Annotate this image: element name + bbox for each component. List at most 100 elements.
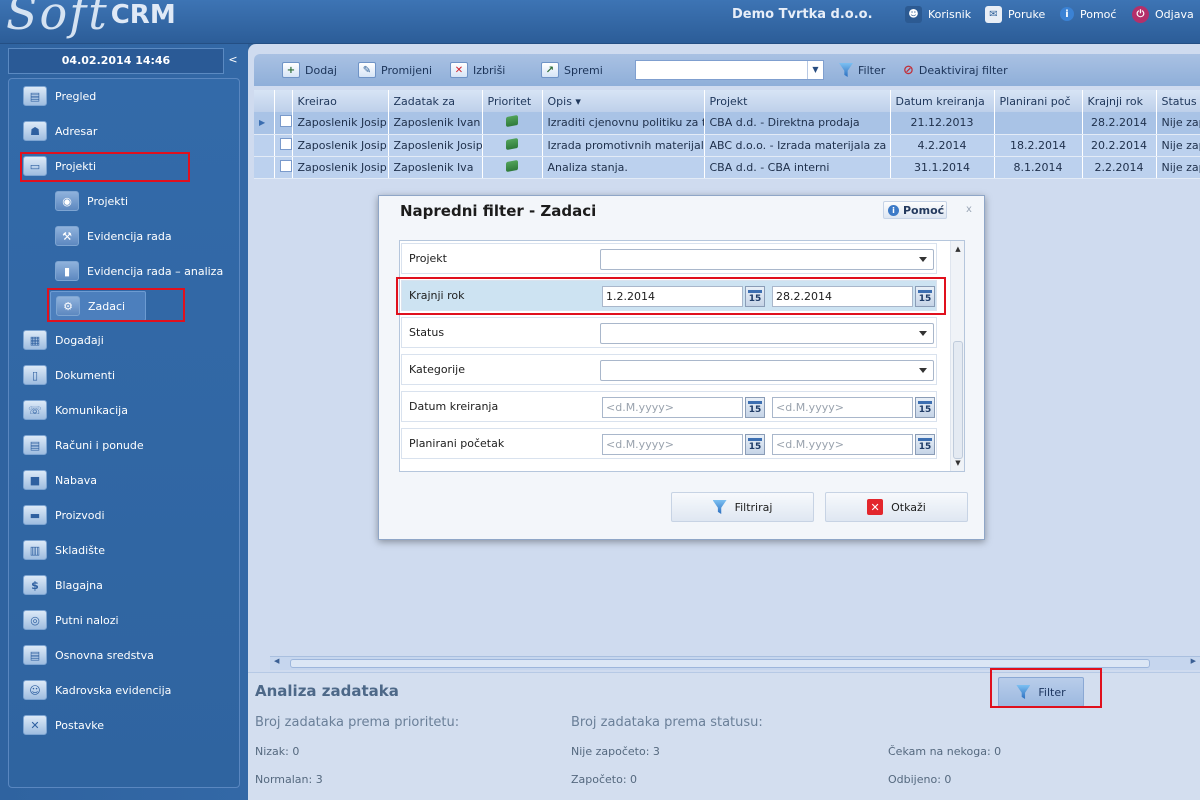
user-icon: ☻ xyxy=(905,5,922,23)
menu-item-kadrovska[interactable]: ☺ Kadrovska evidencija xyxy=(23,675,171,705)
cell-planirani-poc xyxy=(994,112,1083,135)
datum-kreiranja-to-input[interactable]: <d.M.yyyy> xyxy=(772,397,913,418)
user-link[interactable]: ☻ Korisnik xyxy=(905,0,971,28)
calendar-icon[interactable]: 15 xyxy=(915,397,935,418)
filter-button[interactable]: Filter xyxy=(839,59,885,81)
menu-item-skladiste[interactable]: ▥ Skladište xyxy=(23,535,105,565)
filter-combo[interactable]: ▼ xyxy=(635,60,824,80)
chevron-down-icon: ▼ xyxy=(807,61,823,79)
grid-header-opis[interactable]: Opis ▾ xyxy=(542,90,705,112)
menu-item-komunikacija[interactable]: ☏ Komunikacija xyxy=(23,395,128,425)
grid-header-prioritet[interactable]: Prioritet xyxy=(482,90,543,112)
grid-header-datum-kreiranja[interactable]: Datum kreiranja xyxy=(890,90,995,112)
apply-filter-button[interactable]: Filtriraj xyxy=(671,492,814,522)
datetime-display: 04.02.2014 14:46 xyxy=(8,48,224,74)
grid-header-krajnji-rok[interactable]: Krajnji rok xyxy=(1082,90,1157,112)
calendar-icon[interactable]: 15 xyxy=(745,434,765,455)
filter-label-kategorije: Kategorije xyxy=(409,363,465,376)
menu-item-putni-nalozi[interactable]: ◎ Putni nalozi xyxy=(23,605,119,635)
menu-item-osnovna-sredstva[interactable]: ▤ Osnovna sredstva xyxy=(23,640,154,670)
envelope-icon: ✉ xyxy=(985,5,1002,23)
cell-krajnji-rok: 28.2.2014 xyxy=(1082,112,1157,135)
priority-flag-icon xyxy=(482,112,543,135)
row-checkbox[interactable] xyxy=(274,134,293,157)
company-name: Demo Tvrtka d.o.o. xyxy=(732,7,873,22)
delete-button[interactable]: ✕ Izbriši xyxy=(450,59,505,81)
row-checkbox[interactable] xyxy=(274,112,293,135)
assets-icon: ▤ xyxy=(23,645,47,665)
close-icon[interactable]: x xyxy=(964,205,974,215)
menu-subitem-evidencija-rada[interactable]: ⚒ Evidencija rada xyxy=(55,221,172,251)
cancel-button[interactable]: ✕ Otkaži xyxy=(825,492,968,522)
scroll-right-icon[interactable]: ▶ xyxy=(1191,657,1196,665)
calendar-icon: ▦ xyxy=(23,330,47,350)
cell-datum-kreiranja: 21.12.2013 xyxy=(890,112,995,135)
filter-label-status: Status xyxy=(409,326,445,339)
cell-opis: Izrada promotivnih materijala. xyxy=(542,134,705,157)
cell-kreirao: Zaposlenik Josip xyxy=(292,134,389,157)
table-row[interactable]: Zaposlenik Josip Zaposlenik Iva Analiza … xyxy=(254,156,1200,179)
deactivate-filter-button[interactable]: ⊘ Deaktiviraj filter xyxy=(903,59,1008,81)
calendar-icon[interactable]: 15 xyxy=(745,397,765,418)
add-button[interactable]: + Dodaj xyxy=(282,59,337,81)
cell-kreirao: Zaposlenik Josip xyxy=(292,112,389,135)
menu-item-proizvodi[interactable]: ▬ Proizvodi xyxy=(23,500,105,530)
chevron-down-icon xyxy=(919,368,927,373)
messages-link[interactable]: ✉ Poruke xyxy=(985,0,1045,28)
filter-row-status: Status xyxy=(401,317,937,348)
menu-item-blagajna[interactable]: $ Blagajna xyxy=(23,570,103,600)
table-row[interactable]: Zaposlenik Josip Zaposlenik Josip Izrada… xyxy=(254,134,1200,157)
calendar-icon[interactable]: 15 xyxy=(915,434,935,455)
scroll-down-icon[interactable]: ▼ xyxy=(951,457,965,469)
menu-item-dogadaji[interactable]: ▦ Događaji xyxy=(23,325,104,355)
menu-item-nabava[interactable]: ■ Nabava xyxy=(23,465,97,495)
menu-item-dokumenti[interactable]: ▯ Dokumenti xyxy=(23,360,115,390)
kategorije-select[interactable] xyxy=(600,360,934,381)
vertical-scrollbar[interactable]: ▲ ▼ xyxy=(950,241,964,471)
menu-item-pregled[interactable]: ▤ Pregled xyxy=(23,81,96,111)
funnel-icon xyxy=(712,500,727,514)
priority-count-heading: Broj zadataka prema prioritetu: xyxy=(255,715,460,730)
menu-subitem-evidencija-analiza[interactable]: ▮ Evidencija rada – analiza xyxy=(55,256,223,286)
edit-icon: ✎ xyxy=(358,62,376,78)
grid-header-projekt[interactable]: Projekt xyxy=(704,90,891,112)
logout-link[interactable]: ⏻ Odjava xyxy=(1132,0,1194,28)
highlight-zadaci xyxy=(47,288,185,322)
travel-icon: ◎ xyxy=(23,610,47,630)
scroll-up-icon[interactable]: ▲ xyxy=(951,243,965,255)
cell-zadatak-za: Zaposlenik Josip xyxy=(388,134,483,157)
save-button[interactable]: ↗ Spremi xyxy=(541,59,603,81)
scrollbar-thumb[interactable] xyxy=(290,659,1150,668)
chevron-down-icon xyxy=(919,257,927,262)
power-icon: ⏻ xyxy=(1132,5,1149,23)
scroll-left-icon[interactable]: ◀ xyxy=(274,657,279,665)
cell-krajnji-rok: 20.2.2014 xyxy=(1082,134,1157,157)
status-select[interactable] xyxy=(600,323,934,344)
filter-fields-panel: Projekt Krajnji rok 1.2.2014 15 28.2.201… xyxy=(399,240,965,472)
add-icon: + xyxy=(282,62,300,78)
collapse-sidebar-button[interactable]: < xyxy=(226,48,240,74)
grid-header-status[interactable]: Status xyxy=(1156,90,1200,112)
menu-item-postavke[interactable]: ✕ Postavke xyxy=(23,710,104,740)
scrollbar-thumb[interactable] xyxy=(953,341,963,459)
info-icon: i xyxy=(888,204,899,216)
menu-item-adresar[interactable]: ☗ Adresar xyxy=(23,116,97,146)
dialog-help-button[interactable]: i Pomoć xyxy=(883,201,947,219)
cell-planirani-poc: 18.2.2014 xyxy=(994,134,1083,157)
cell-zadatak-za: Zaposlenik Ivan xyxy=(388,112,483,135)
help-link[interactable]: i Pomoć xyxy=(1060,0,1116,28)
grid-header-kreirao[interactable]: Kreirao xyxy=(292,90,389,112)
planirani-pocetak-to-input[interactable]: <d.M.yyyy> xyxy=(772,434,913,455)
table-row[interactable]: ▶ Zaposlenik Josip Zaposlenik Ivan Izrad… xyxy=(254,112,1200,135)
grid-header-planirani-poc[interactable]: Planirani poč xyxy=(994,90,1083,112)
row-checkbox[interactable] xyxy=(274,156,293,179)
datum-kreiranja-from-input[interactable]: <d.M.yyyy> xyxy=(602,397,743,418)
grid-header-zadatak-za[interactable]: Zadatak za xyxy=(388,90,483,112)
menu-subitem-projekti[interactable]: ◉ Projekti xyxy=(55,186,128,216)
menu-item-racuni[interactable]: ▤ Računi i ponude xyxy=(23,430,144,460)
save-icon: ↗ xyxy=(541,62,559,78)
edit-button[interactable]: ✎ Promijeni xyxy=(358,59,432,81)
procurement-icon: ■ xyxy=(23,470,47,490)
projekt-select[interactable] xyxy=(600,249,934,270)
planirani-pocetak-from-input[interactable]: <d.M.yyyy> xyxy=(602,434,743,455)
